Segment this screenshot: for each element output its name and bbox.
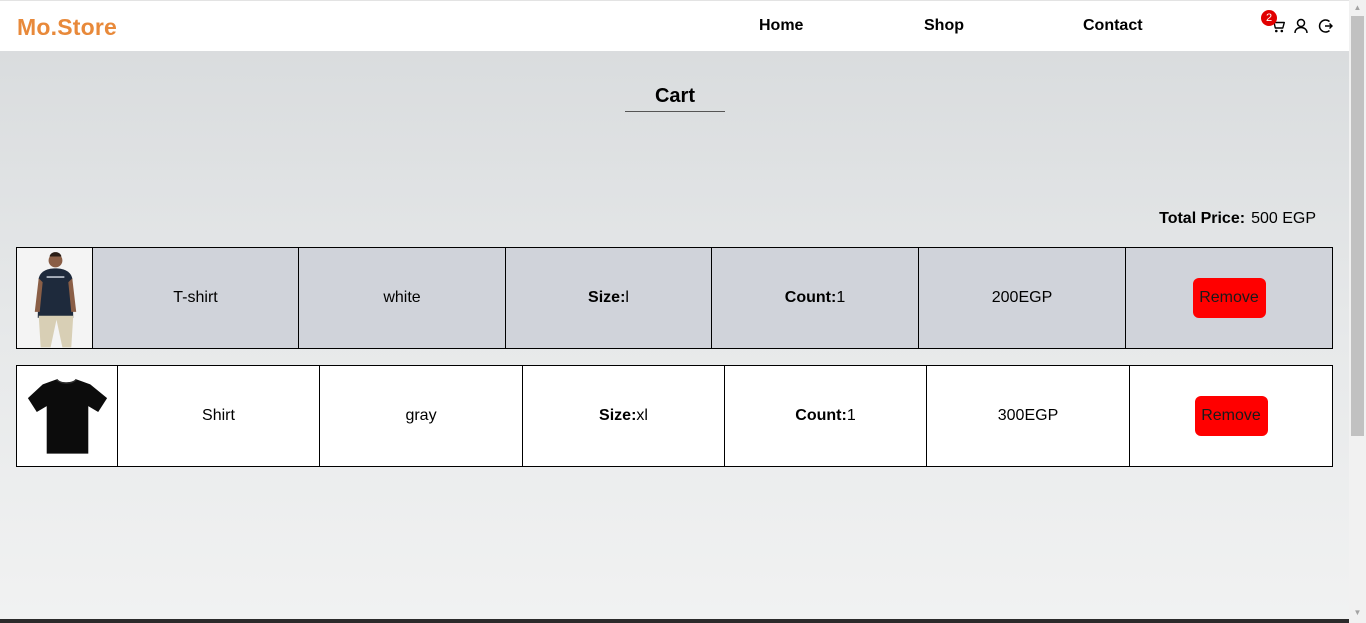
remove-cell: Remove bbox=[1126, 248, 1332, 348]
page-title: Cart bbox=[654, 85, 695, 107]
total-price-value: 500 EGP bbox=[1251, 210, 1316, 227]
count-label: Count: bbox=[795, 407, 847, 424]
cart-item-row: Shirt gray Size: xl Count: 1 300EGP Remove bbox=[16, 365, 1333, 467]
item-name: T-shirt bbox=[93, 248, 299, 348]
size-value: l bbox=[625, 289, 629, 306]
remove-cell: Remove bbox=[1130, 366, 1332, 466]
size-value: xl bbox=[636, 407, 648, 424]
total-price-label: Total Price: bbox=[1159, 210, 1246, 227]
page-background: Mo.Store Home Shop Contact 2 Cart Total … bbox=[0, 0, 1349, 623]
scrollbar-thumb[interactable] bbox=[1351, 16, 1364, 436]
item-price: 200EGP bbox=[919, 248, 1126, 348]
nav-home-link[interactable]: Home bbox=[759, 17, 803, 35]
size-label: Size: bbox=[588, 289, 626, 306]
size-label: Size: bbox=[599, 407, 637, 424]
remove-button[interactable]: Remove bbox=[1192, 278, 1266, 318]
count-value: 1 bbox=[846, 407, 856, 424]
nav-contact-link[interactable]: Contact bbox=[1083, 17, 1143, 35]
cart-count-badge: 2 bbox=[1261, 10, 1277, 26]
item-size: Size: l bbox=[506, 248, 712, 348]
model-tshirt-image bbox=[17, 248, 92, 348]
navbar: Mo.Store Home Shop Contact 2 bbox=[0, 0, 1349, 51]
item-count: Count: 1 bbox=[712, 248, 919, 348]
product-image bbox=[17, 366, 118, 466]
cart-item-row: T-shirt white Size: l Count: 1 200EGP Remo… bbox=[16, 247, 1333, 349]
item-color: white bbox=[299, 248, 506, 348]
bottom-edge bbox=[0, 619, 1349, 623]
item-name: Shirt bbox=[118, 366, 320, 466]
title-underline bbox=[625, 111, 725, 112]
item-color: gray bbox=[320, 366, 523, 466]
remove-button[interactable]: Remove bbox=[1194, 396, 1268, 436]
scroll-down-arrow-icon[interactable]: ▼ bbox=[1351, 607, 1364, 619]
nav-shop-link[interactable]: Shop bbox=[924, 17, 964, 35]
count-label: Count: bbox=[784, 289, 837, 306]
count-value: 1 bbox=[836, 289, 846, 306]
user-icon[interactable] bbox=[1294, 18, 1310, 34]
item-count: Count: 1 bbox=[725, 366, 927, 466]
brand-logo[interactable]: Mo.Store bbox=[17, 14, 117, 41]
item-price: 300EGP bbox=[927, 366, 1130, 466]
scroll-up-arrow-icon[interactable]: ▲ bbox=[1351, 2, 1364, 14]
black-shirt-image bbox=[17, 366, 117, 466]
cart-heading: Cart bbox=[625, 85, 725, 112]
item-size: Size: xl bbox=[523, 366, 725, 466]
total-price: Total Price: 500 EGP bbox=[1159, 210, 1316, 228]
product-image bbox=[17, 248, 93, 348]
logout-icon[interactable] bbox=[1318, 18, 1334, 34]
